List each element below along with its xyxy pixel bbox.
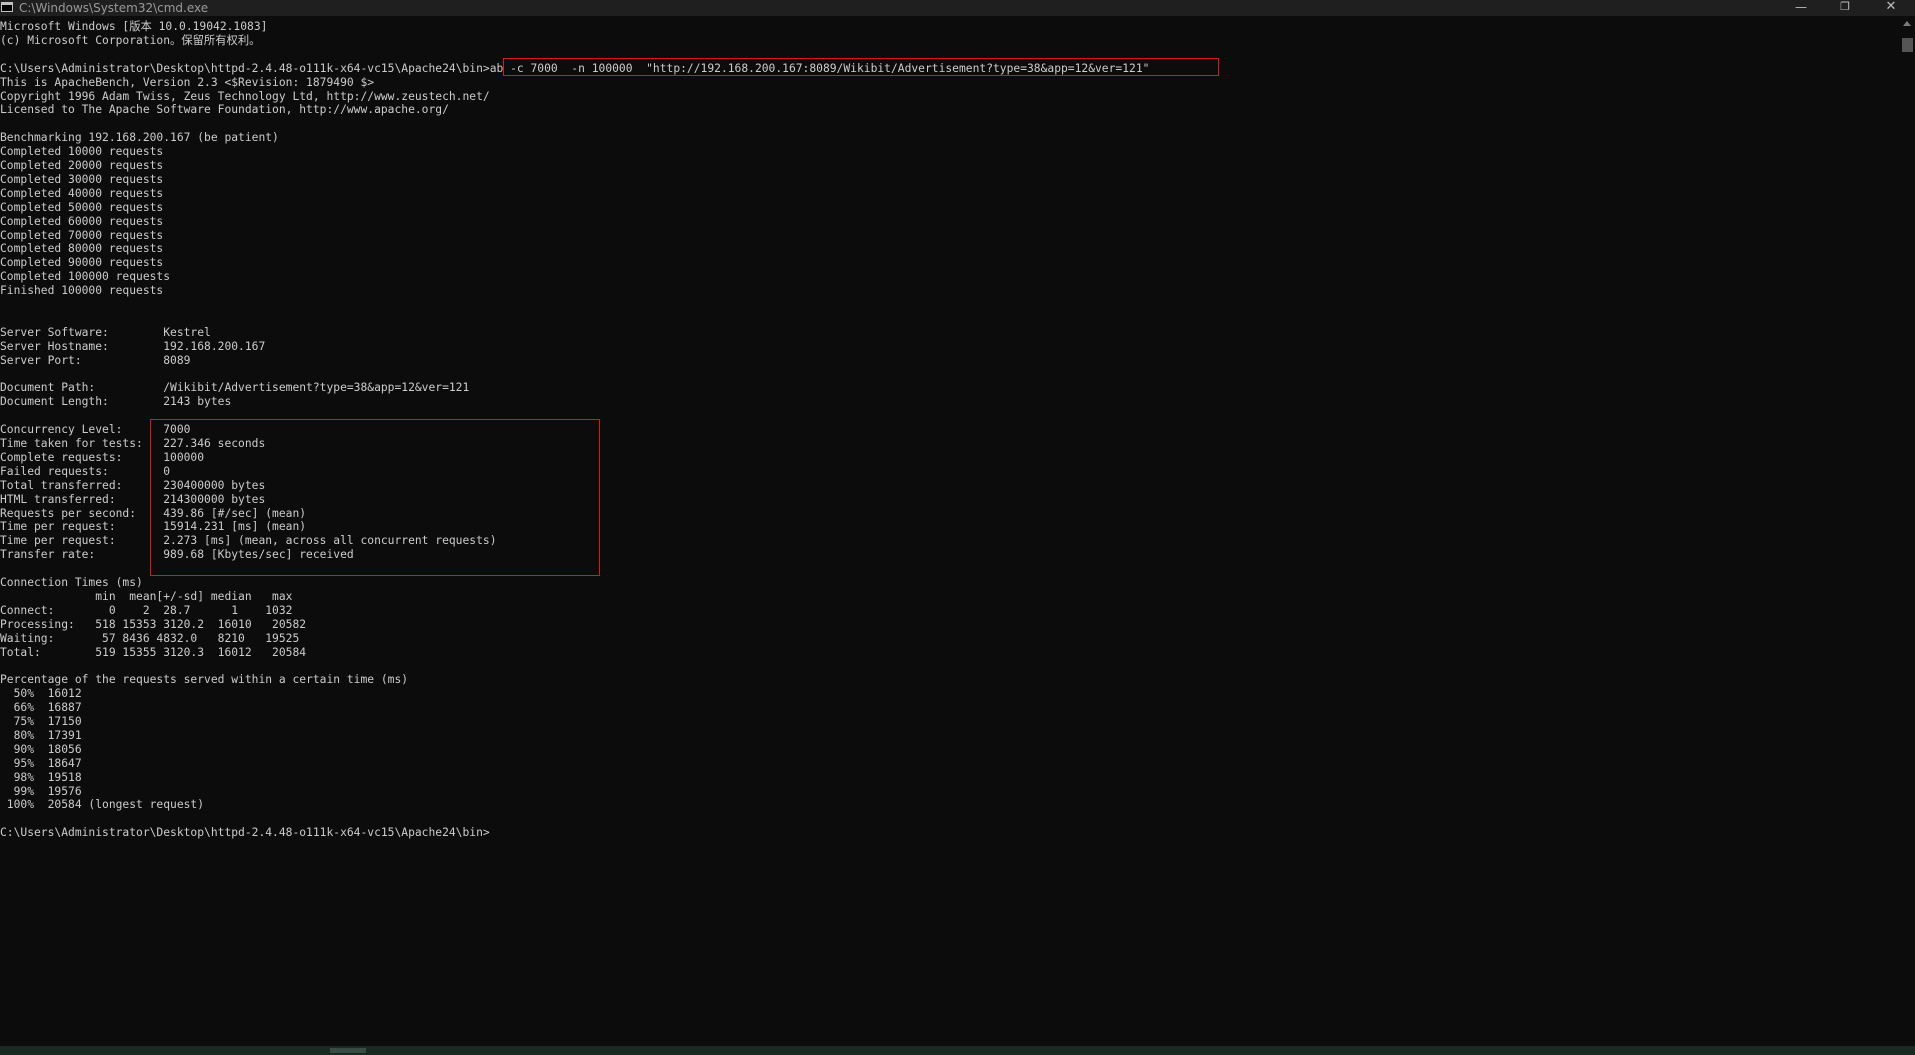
- console-line: Percentage of the requests served within…: [0, 673, 409, 687]
- console-line: 100% 20584 (longest request): [0, 798, 205, 812]
- vertical-scrollbar[interactable]: [1900, 16, 1915, 1046]
- console-line: Completed 60000 requests: [0, 214, 164, 228]
- command-highlight-box: [503, 58, 1219, 76]
- console-line: Licensed to The Apache Software Foundati…: [0, 103, 449, 117]
- console-line: 80% 17391: [0, 728, 82, 742]
- console-line: 50% 16012: [0, 687, 82, 701]
- console-line: Completed 70000 requests: [0, 228, 164, 242]
- console-line: 98% 19518: [0, 770, 82, 784]
- console-line: Completed 30000 requests: [0, 172, 164, 186]
- console-line: Completed 100000 requests: [0, 270, 171, 284]
- console-line: C:\Users\Administrator\Desktop\httpd-2.4…: [0, 826, 490, 840]
- console-line: Completed 40000 requests: [0, 186, 164, 200]
- taskbar-item[interactable]: [330, 1048, 366, 1053]
- console-line: Completed 20000 requests: [0, 159, 164, 172]
- console-line: min mean[+/-sd] median max: [0, 589, 293, 603]
- console-line: Document Path: /Wikibit/Advertisement?ty…: [0, 381, 470, 395]
- minimize-button[interactable]: —: [1778, 0, 1824, 16]
- console-line: Server Software: Kestrel: [0, 325, 211, 339]
- scrollbar-thumb[interactable]: [1902, 38, 1913, 52]
- console-line: Server Port: 8089: [0, 353, 191, 367]
- console-line: Finished 100000 requests: [0, 284, 164, 298]
- console-line: Benchmarking 192.168.200.167 (be patient…: [0, 131, 279, 145]
- cmd-app-icon: [1, 2, 13, 12]
- console-line: Copyright 1996 Adam Twiss, Zeus Technolo…: [0, 89, 490, 103]
- console-line: (c) Microsoft Corporation。保留所有权利。: [0, 33, 261, 47]
- console-line: Processing: 518 15353 3120.2 16010 20582: [0, 617, 307, 631]
- console-line: Document Length: 2143 bytes: [0, 395, 232, 409]
- console-line: Connect: 0 2 28.7 1 1032: [0, 603, 293, 617]
- scroll-up-arrow-icon[interactable]: [1903, 21, 1911, 26]
- console-line: Completed 10000 requests: [0, 145, 164, 159]
- maximize-button[interactable]: ❐: [1822, 0, 1868, 16]
- console-line: Total: 519 15355 3120.3 16012 20584: [0, 645, 307, 659]
- window-title: C:\Windows\System32\cmd.exe: [19, 1, 209, 15]
- console-line: 90% 18056: [0, 742, 82, 756]
- console-line: This is ApacheBench, Version 2.3 <$Revis…: [0, 75, 375, 89]
- results-highlight-box: [150, 419, 600, 576]
- console-line: Waiting: 57 8436 4832.0 8210 19525: [0, 631, 300, 645]
- console-line: Microsoft Windows [版本 10.0.19042.1083]: [0, 20, 268, 33]
- console-line: Failed requests: 0: [0, 464, 171, 478]
- console-line: 66% 16887: [0, 701, 82, 715]
- console-line: 75% 17150: [0, 715, 82, 728]
- console-line: Completed 50000 requests: [0, 200, 164, 214]
- taskbar: [0, 1046, 1915, 1055]
- console-line: 95% 18647: [0, 756, 82, 770]
- console-line: Server Hostname: 192.168.200.167: [0, 339, 266, 353]
- console-line: Completed 80000 requests: [0, 242, 164, 256]
- close-button[interactable]: ✕: [1868, 0, 1914, 16]
- console-line: Connection Times (ms): [0, 576, 143, 589]
- title-bar: C:\Windows\System32\cmd.exe — ❐ ✕: [0, 0, 1915, 16]
- console-line: Completed 90000 requests: [0, 256, 164, 270]
- console-line: 99% 19576: [0, 784, 82, 798]
